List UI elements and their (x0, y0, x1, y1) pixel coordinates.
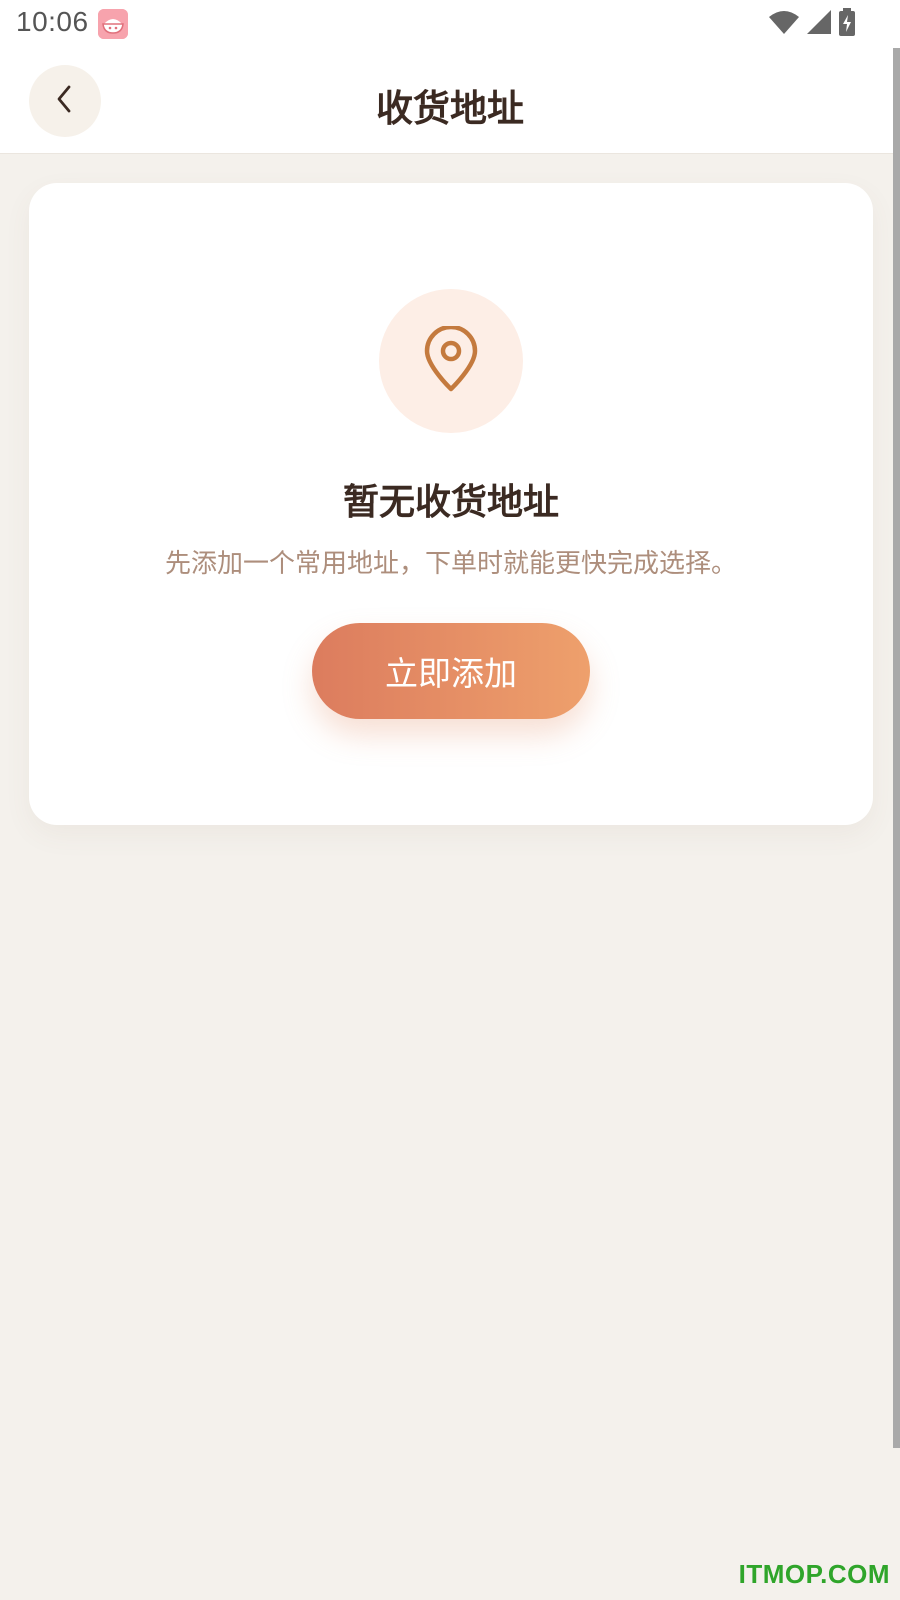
wifi-icon (768, 9, 800, 39)
page-title: 收货地址 (376, 87, 524, 130)
scrollbar[interactable] (893, 48, 900, 1448)
battery-charging-icon (838, 7, 856, 41)
empty-state-description: 先添加一个常用地址，下单时就能更快完成选择。 (164, 549, 737, 579)
rice-bowl-icon (98, 9, 128, 39)
location-pin-icon (423, 324, 479, 396)
add-address-button[interactable]: 立即添加 (312, 623, 590, 719)
empty-state-card: 暂无收货地址 先添加一个常用地址，下单时就能更快完成选择。 立即添加 (29, 183, 873, 825)
empty-state-title: 暂无收货地址 (342, 482, 559, 523)
watermark: ITMOP.COM (738, 1559, 890, 1589)
status-bar: 10:06 (0, 0, 900, 48)
location-icon-circle (379, 289, 523, 433)
status-icons (768, 8, 856, 40)
status-time: 10:06 (16, 6, 89, 37)
app-bar: 收货地址 (0, 48, 900, 154)
cell-signal-icon (806, 9, 832, 39)
